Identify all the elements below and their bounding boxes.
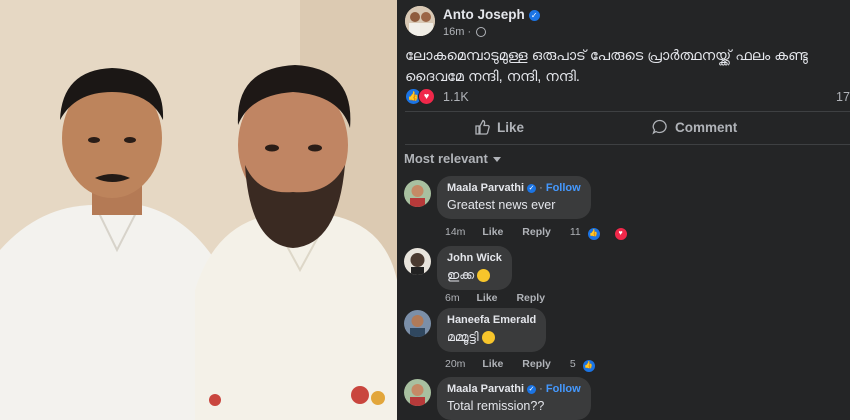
- separator-dot: ·: [539, 383, 543, 395]
- divider: [405, 111, 850, 112]
- comment-text: Total remission??: [447, 399, 545, 413]
- reaction-count[interactable]: 1.1K: [443, 90, 469, 104]
- comment-sort-dropdown[interactable]: Most relevant: [404, 151, 501, 166]
- commenter-avatar[interactable]: [404, 248, 431, 275]
- commenter-avatar[interactable]: [404, 379, 431, 406]
- comment-text: ഇക്ക: [447, 268, 502, 283]
- verified-badge-icon: ✓: [527, 384, 537, 394]
- author-avatar[interactable]: [405, 6, 435, 36]
- comment-bubble: Maala Parvathi ✓ · Follow Greatest news e…: [437, 176, 591, 219]
- comment-reactions[interactable]: 11 👍 ♥: [570, 226, 642, 241]
- comment-bubble: Maala Parvathi ✓ · Follow Total remission…: [437, 377, 591, 420]
- verified-badge-icon: ✓: [528, 9, 540, 21]
- comment-reply-button[interactable]: Reply: [522, 358, 551, 370]
- comment-actions: 14m Like Reply 11 👍 ♥: [445, 226, 656, 241]
- comment-like-button[interactable]: Like: [482, 226, 503, 238]
- two-men-photo-illustration: [0, 0, 397, 420]
- comment-time[interactable]: 14m: [445, 226, 465, 238]
- comment-time[interactable]: 6m: [445, 292, 460, 304]
- post-author-name[interactable]: Anto Joseph ✓: [443, 7, 540, 22]
- commenter-name[interactable]: Maala Parvathi ✓ · Follow: [447, 182, 581, 194]
- comment-text: Greatest news ever: [447, 198, 556, 212]
- avatar-image-icon: [404, 248, 431, 275]
- post-photo[interactable]: [0, 0, 397, 420]
- comment-reactions[interactable]: 5 👍: [570, 358, 610, 373]
- post-reactions[interactable]: 👍 ♥ 1.1K: [405, 88, 469, 105]
- post-text: ലോകമെമ്പാടുമുള്ള ഒരുപാട് പേരുടെ പ്രാർത്ഥ…: [405, 48, 808, 85]
- like-reaction-icon: 👍: [586, 227, 601, 241]
- star-eyes-emoji-icon: [477, 269, 491, 283]
- facebook-post-panel: Anto Joseph ✓ 16m · ലോകമെമ്പാടുമുള്ള ഒരുപ…: [397, 0, 850, 420]
- thumbs-up-icon: [475, 119, 490, 135]
- avatar-image-icon: [404, 310, 431, 337]
- avatar-image-icon: [405, 6, 435, 36]
- follow-button[interactable]: Follow: [546, 182, 581, 194]
- smile-emoji-icon: [481, 331, 495, 345]
- love-reaction-icon: ♥: [613, 227, 628, 241]
- avatar-image-icon: [404, 180, 431, 207]
- separator-dot: ·: [539, 182, 543, 194]
- comment-text: മമ്മൂട്ടി: [447, 330, 536, 345]
- comment-count[interactable]: 17: [836, 90, 850, 104]
- post-timestamp[interactable]: 16m ·: [443, 26, 487, 38]
- commenter-avatar[interactable]: [404, 180, 431, 207]
- comment-reply-button[interactable]: Reply: [522, 226, 551, 238]
- avatar-image-icon: [404, 379, 431, 406]
- comment-bubble-icon: [652, 119, 667, 135]
- commenter-avatar[interactable]: [404, 310, 431, 337]
- comment-like-button[interactable]: Like: [477, 292, 498, 304]
- like-reaction-icon: 👍: [581, 359, 596, 373]
- commenter-name[interactable]: Maala Parvathi ✓ · Follow: [447, 383, 581, 395]
- comment-actions: 6m Like Reply: [445, 292, 561, 304]
- verified-badge-icon: ✓: [527, 183, 537, 193]
- comment-reply-button[interactable]: Reply: [516, 292, 545, 304]
- caret-down-icon: [492, 157, 501, 163]
- comment-time[interactable]: 20m: [445, 358, 465, 370]
- comment-bubble: John Wick ഇക്ക: [437, 246, 512, 290]
- comment-like-button[interactable]: Like: [482, 358, 503, 370]
- comment-actions: 20m Like Reply 5 👍: [445, 358, 624, 373]
- comment-button[interactable]: Comment: [652, 119, 737, 135]
- divider: [405, 144, 850, 145]
- follow-button[interactable]: Follow: [546, 383, 581, 395]
- comment-bubble: Haneefa Emerald മമ്മൂട്ടി: [437, 308, 547, 352]
- like-button[interactable]: Like: [474, 119, 524, 135]
- globe-icon: [476, 27, 487, 38]
- commenter-name[interactable]: Haneefa Emerald: [447, 314, 536, 326]
- commenter-name[interactable]: John Wick: [447, 252, 502, 264]
- love-reaction-icon: ♥: [418, 88, 435, 105]
